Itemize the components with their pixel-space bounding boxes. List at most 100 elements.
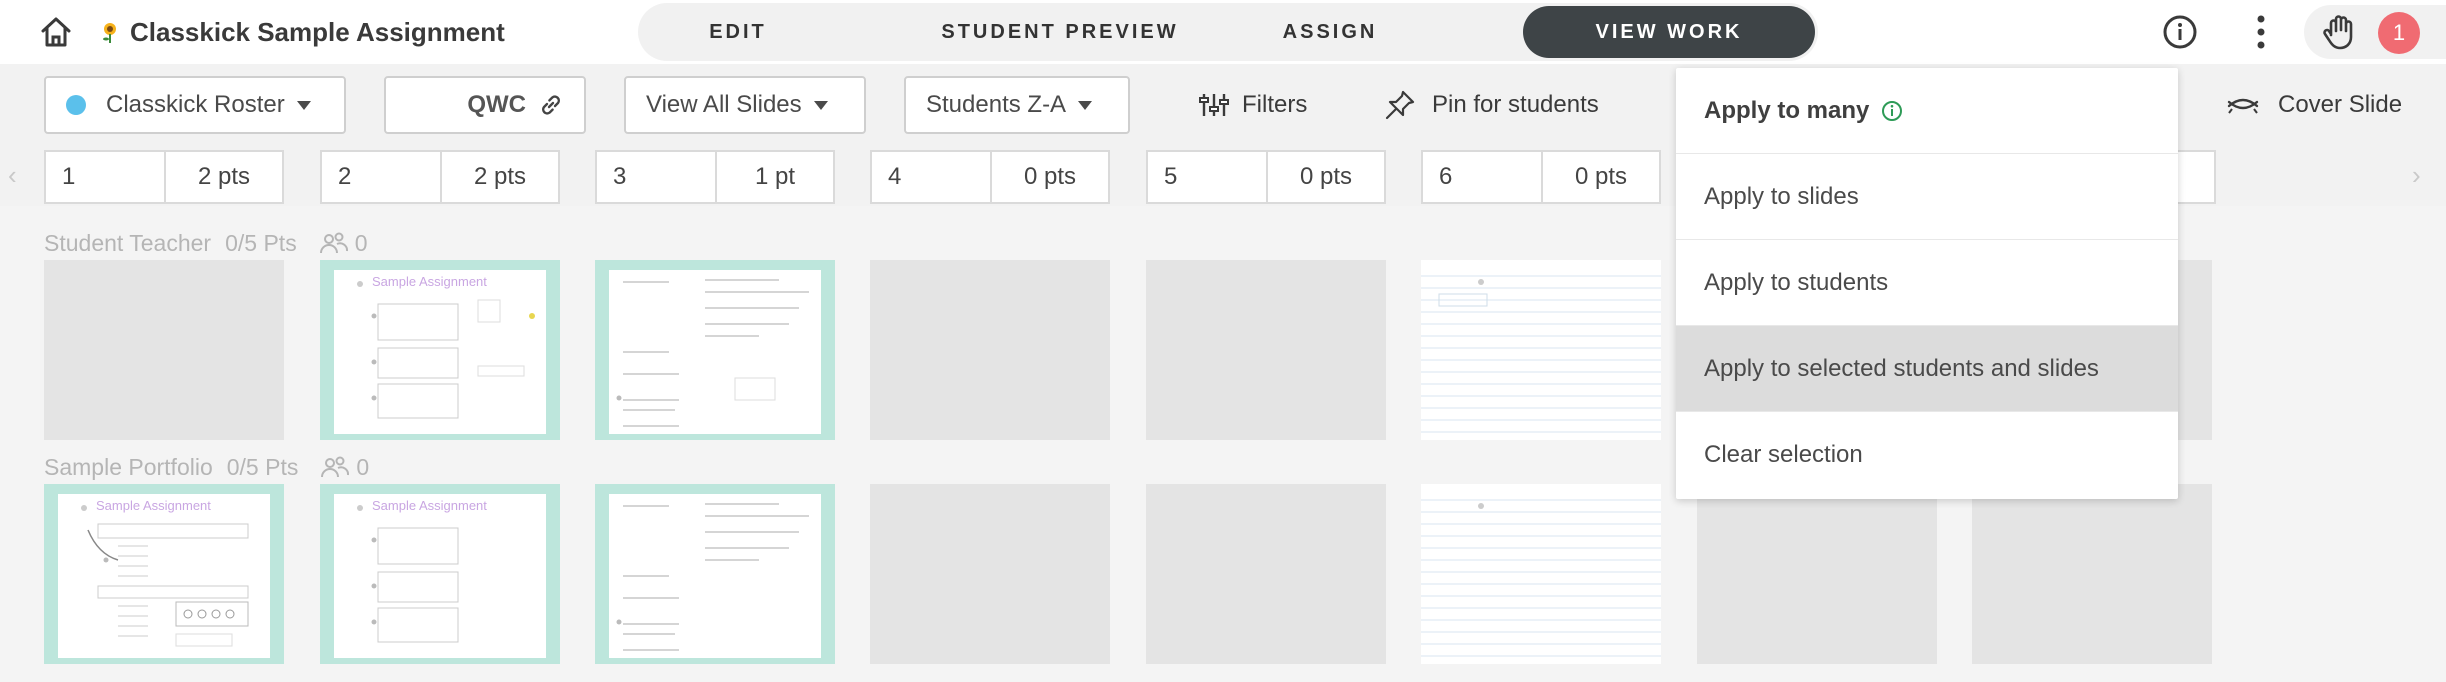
slide-number: 3 [597,152,717,202]
top-header: Classkick Sample Assignment EDIT STUDENT… [0,0,2446,64]
slide-points: 0 pts [1574,163,1628,190]
slide-number: 4 [872,152,992,202]
assignment-title-area: Classkick Sample Assignment [98,16,505,48]
work-thumbnail[interactable]: Sample Assignment [320,484,560,664]
people-icon [321,456,350,478]
tab-assign[interactable]: ASSIGN [1260,6,1400,58]
thumbnail-content [616,503,809,651]
menu-item-apply-to-students[interactable]: Apply to students [1676,240,2178,326]
slide-cell-2[interactable]: 2 2 pts [320,150,560,204]
work-thumbnail[interactable] [1146,260,1386,440]
slide-cell-1[interactable]: 1 2 pts [44,150,284,204]
tab-edit[interactable]: EDIT [638,6,838,58]
thumbnail-content [81,505,249,647]
mode-tab-bar: EDIT STUDENT PREVIEW ASSIGN VIEW WORK [638,3,1818,61]
menu-item-apply-to-slides[interactable]: Apply to slides [1676,154,2178,240]
chevron-down-icon [296,100,311,110]
thumbnail-page [609,494,821,658]
work-thumbnail[interactable]: Sample Assignment [320,260,560,440]
slide-cell-4[interactable]: 4 0 pts [870,150,1110,204]
class-code-button[interactable]: QWC [384,76,586,134]
slide-number: 5 [1148,152,1268,202]
slides-filter-label: View All Slides [646,91,802,118]
work-thumbnail[interactable] [1421,260,1661,440]
thumbnail-content [357,281,535,419]
slide-number: 6 [1423,152,1543,202]
student-points: 0/5 Pts [226,453,299,480]
home-icon [41,17,71,47]
eye-closed-icon [2227,98,2259,114]
cover-slide-button[interactable]: Cover Slide [2226,76,2402,134]
pin-for-students-button[interactable]: Pin for students [1384,76,1599,134]
assignment-title: Classkick Sample Assignment [130,16,505,47]
work-thumbnail[interactable] [1972,484,2212,664]
apply-to-many-title: Apply to many [1704,96,1870,124]
group-count: 0 [319,230,368,257]
more-vertical-icon [2257,15,2265,49]
menu-item-apply-to-selected[interactable]: Apply to selected students and slides [1676,326,2178,412]
group-count-value: 0 [356,453,370,480]
raised-hand-button[interactable] [2318,10,2362,54]
roster-color-dot [66,95,86,115]
slide-points: 2 pts [197,163,251,190]
slide-cell-6[interactable]: 6 0 pts [1421,150,1661,204]
chevron-right-icon[interactable]: › [2412,160,2421,191]
slide-number: 2 [322,152,442,202]
thumbnail-page: Sample Assignment [334,270,546,434]
work-thumbnail[interactable] [1146,484,1386,664]
work-thumbnail[interactable] [870,484,1110,664]
info-button[interactable] [2160,12,2200,52]
thumbnail-content [1421,499,1661,657]
menu-item-clear-selection[interactable]: Clear selection [1676,412,2178,498]
group-count-value: 0 [354,229,368,256]
thumbnail-page: Sample Assignment [334,494,546,658]
apply-to-many-menu: Apply to many Apply to slides Apply to s… [1676,68,2178,499]
thumbnail-content [1421,275,1661,433]
pin-for-students-label: Pin for students [1432,91,1599,118]
roster-select[interactable]: Classkick Roster [44,76,346,134]
work-thumbnail[interactable] [1697,484,1937,664]
info-icon[interactable] [1881,100,1903,122]
filters-label: Filters [1242,91,1308,118]
slide-points: 0 pts [1023,163,1077,190]
slide-cell-5[interactable]: 5 0 pts [1146,150,1386,204]
link-icon [542,95,560,115]
home-button[interactable] [36,13,76,51]
roster-select-label: Classkick Roster [106,91,285,118]
apply-to-many-header: Apply to many [1676,68,2178,154]
tab-student-preview[interactable]: STUDENT PREVIEW [930,6,1190,58]
work-thumbnail[interactable] [595,484,835,664]
work-thumbnail[interactable] [44,260,284,440]
chevron-down-icon [813,100,828,110]
chevron-down-icon [1078,100,1093,110]
pin-icon [1385,90,1415,120]
work-thumbnail[interactable]: Sample Assignment [44,484,284,664]
notification-badge[interactable]: 1 [2378,12,2420,54]
more-options-button[interactable] [2246,10,2276,54]
slide-cell-partial[interactable] [2176,150,2216,204]
work-thumbnail[interactable] [870,260,1110,440]
student-name: Student Teacher [44,229,212,256]
student-row-header[interactable]: Student Teacher 0/5 Pts 0 [44,228,368,258]
thumbnail-page: Sample Assignment [58,494,270,658]
thumbnail-page [609,270,821,434]
slide-points: 0 pts [1299,163,1353,190]
student-row-header[interactable]: Sample Portfolio 0/5 Pts 0 [44,452,369,482]
slides-filter-select[interactable]: View All Slides [624,76,866,134]
sunflower-logo-icon [103,23,116,43]
thumbnail-content [357,505,459,643]
raised-hand-icon [2323,15,2353,50]
sort-label: Students Z-A [926,91,1067,118]
thumbnail-content [616,279,809,427]
filters-button[interactable]: Filters [1198,76,1307,134]
work-thumbnail[interactable] [1421,484,1661,664]
tab-view-work[interactable]: VIEW WORK [1523,6,1815,58]
class-code: QWC [467,91,526,118]
chevron-left-icon[interactable]: ‹ [8,160,17,191]
work-thumbnail[interactable] [595,260,835,440]
slide-cell-3[interactable]: 3 1 pt [595,150,835,204]
sort-select[interactable]: Students Z-A [904,76,1130,134]
slide-points: 1 pt [754,163,796,190]
filters-icon [1199,94,1229,116]
group-count: 0 [320,454,369,481]
